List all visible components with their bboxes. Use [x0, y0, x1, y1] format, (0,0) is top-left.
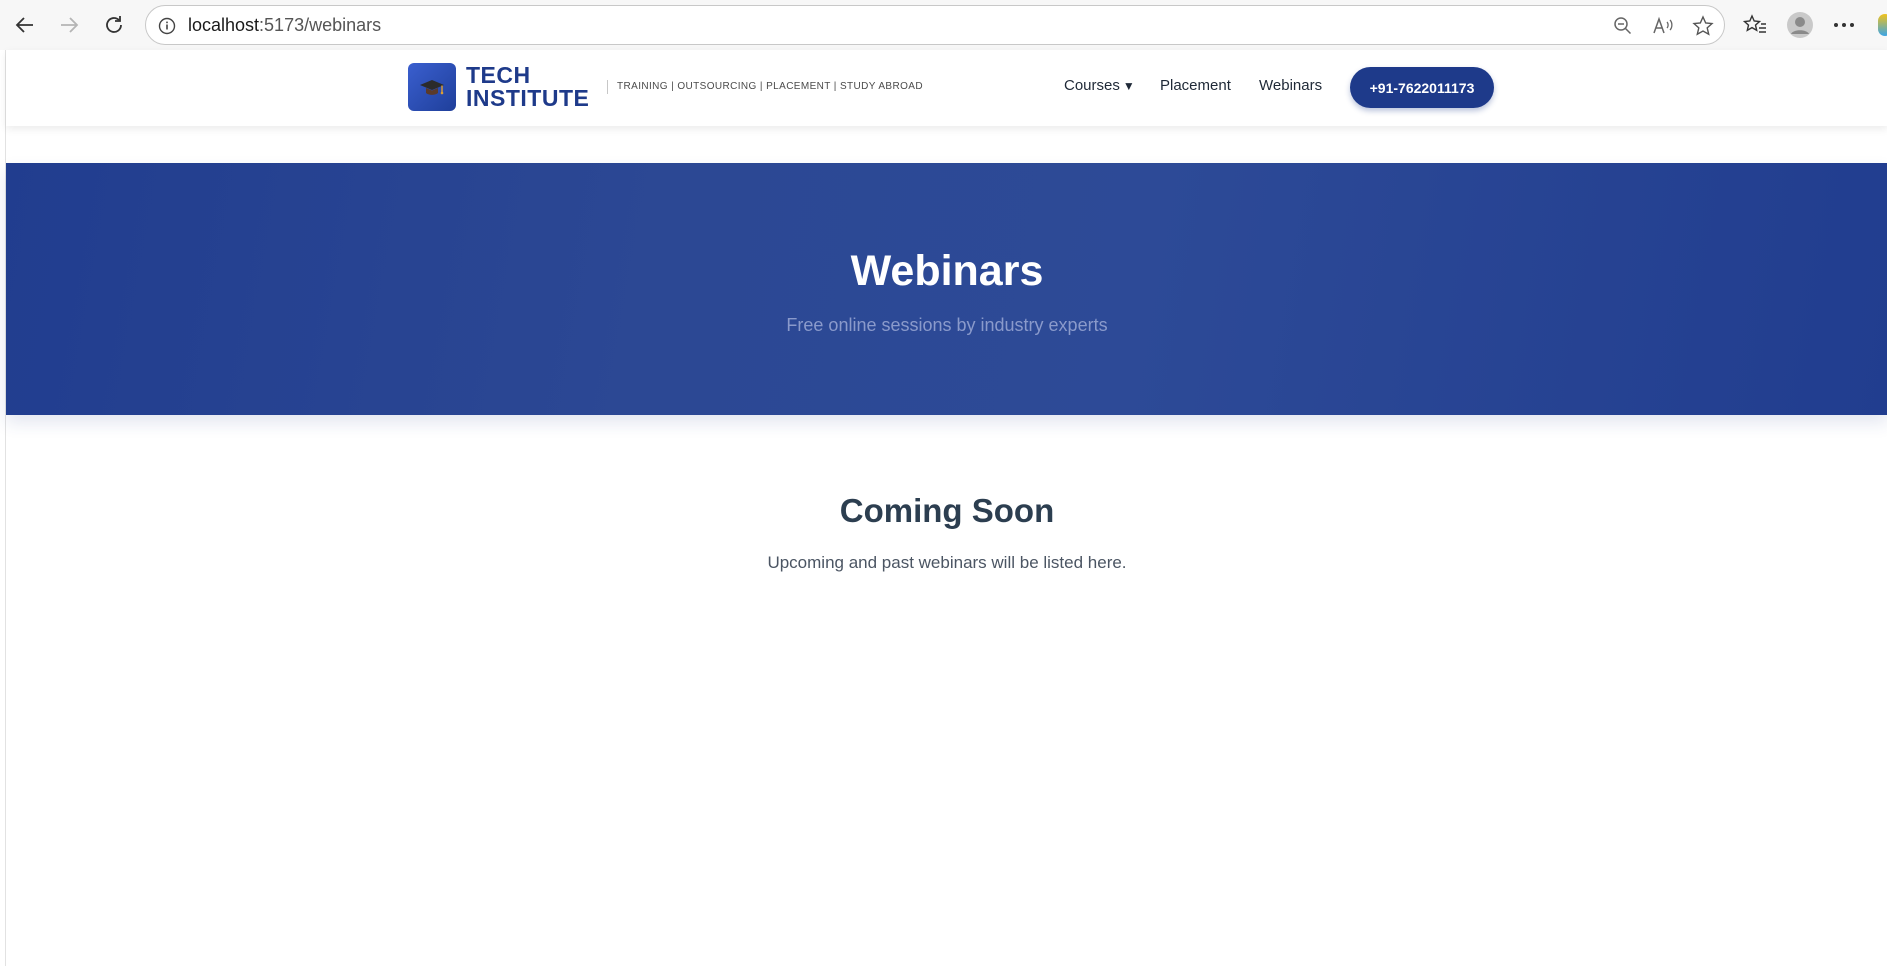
nav-placement[interactable]: Placement	[1160, 77, 1231, 94]
more-menu-icon[interactable]	[1830, 11, 1858, 39]
brand-line2: INSTITUTE	[466, 85, 590, 111]
brand-tagline: TRAINING | OUTSOURCING | PLACEMENT | STU…	[617, 81, 923, 92]
copilot-icon[interactable]	[1878, 14, 1887, 36]
reload-icon[interactable]	[98, 9, 130, 41]
coming-soon-heading: Coming Soon	[839, 492, 1055, 529]
nav-webinars[interactable]: Webinars	[1259, 77, 1322, 94]
back-icon[interactable]	[9, 9, 41, 41]
url-text: localhost:5173/webinars	[188, 15, 381, 36]
page-viewport: TECH INSTITUTE TRAINING | OUTSOURCING | …	[5, 50, 1887, 966]
url-host: localhost	[188, 14, 260, 35]
favorites-icon[interactable]	[1741, 11, 1769, 39]
brand-name[interactable]: TECH INSTITUTE	[466, 64, 589, 110]
page-subtitle: Free online sessions by industry experts	[786, 315, 1108, 335]
nav-courses[interactable]: Courses ▼	[1064, 77, 1135, 94]
address-bar[interactable]: localhost:5173/webinars	[145, 5, 1725, 45]
forward-icon[interactable]	[53, 9, 85, 41]
favorite-star-icon[interactable]	[1691, 14, 1715, 38]
graduation-cap-logo-icon[interactable]	[408, 63, 456, 111]
hero-banner: Webinars Free online sessions by industr…	[6, 163, 1887, 415]
zoom-out-icon[interactable]	[1611, 14, 1635, 38]
page-title: Webinars	[850, 247, 1044, 295]
brand-line1: TECH	[466, 62, 531, 88]
coming-soon-text: Upcoming and past webinars will be liste…	[767, 553, 1127, 572]
url-path: :5173/webinars	[259, 14, 382, 35]
brand-divider	[607, 80, 608, 94]
caret-down-icon: ▼	[1122, 79, 1135, 93]
phone-button[interactable]: +91-7622011173	[1350, 67, 1494, 108]
browser-toolbar: localhost:5173/webinars	[0, 0, 1887, 50]
site-header: TECH INSTITUTE TRAINING | OUTSOURCING | …	[6, 50, 1887, 126]
read-aloud-icon[interactable]	[1651, 14, 1675, 38]
profile-avatar-icon[interactable]	[1786, 11, 1814, 39]
site-info-icon[interactable]	[155, 14, 179, 38]
nav-courses-label: Courses	[1064, 77, 1120, 94]
